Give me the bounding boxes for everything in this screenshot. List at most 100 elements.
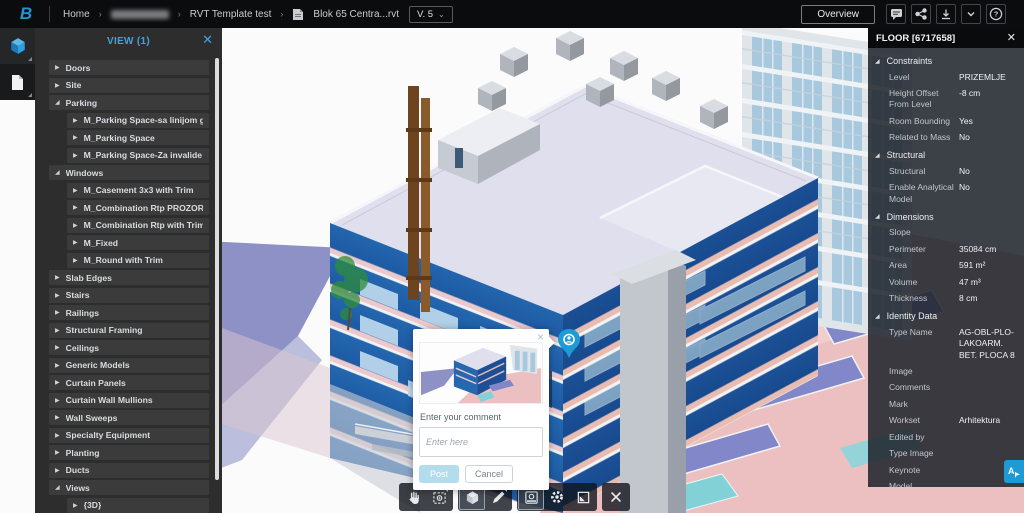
documents-tab[interactable] — [0, 64, 35, 100]
chevron-right-icon: › — [98, 9, 102, 19]
property-label: Model — [889, 481, 913, 487]
tree-item[interactable]: ▶ Stairs — [49, 287, 209, 303]
tree-item-label: Planting — [65, 447, 100, 458]
breadcrumb-item-folder[interactable]: RVT Template test — [190, 9, 272, 20]
left-rail — [0, 28, 35, 100]
overview-button[interactable]: Overview — [801, 4, 875, 24]
tree-item[interactable]: ▶ Ceilings — [49, 340, 209, 355]
tree-item[interactable]: ▶ Structural Framing — [49, 322, 209, 338]
tree-item[interactable]: ◢ Parking — [49, 95, 209, 110]
property-row: Room Bounding Yes — [868, 113, 1024, 129]
caret-icon — [28, 93, 32, 97]
tree-item[interactable]: ▶ M_Parking Space-sa linijom gore — [67, 112, 209, 128]
tree-item[interactable]: ▶ M_Parking Space-Za invalide — [67, 147, 209, 163]
property-value: No — [959, 165, 970, 176]
chevron-down-icon[interactable] — [961, 4, 981, 24]
collapsed-arrow-icon: ▶ — [55, 345, 60, 351]
tree-item-label: Curtain Panels — [65, 377, 126, 388]
tree-item-label: M_Parking Space-Za invalide — [83, 150, 203, 160]
collapsed-arrow-icon: ▶ — [55, 275, 60, 281]
tree-item[interactable]: ▶ Slab Edges — [49, 270, 209, 285]
share-icon[interactable] — [911, 4, 931, 24]
cancel-button[interactable]: Cancel — [465, 465, 514, 483]
cube-3d-icon — [466, 490, 478, 504]
tree-item-label: Specialty Equipment — [65, 430, 151, 440]
fullscreen-button[interactable] — [570, 484, 596, 510]
tree-item[interactable]: ▶ Railings — [49, 305, 209, 320]
property-label: Thickness — [889, 293, 928, 304]
divider — [49, 6, 50, 22]
tree-item[interactable]: ▶ Curtain Wall Mullions — [49, 392, 209, 408]
expanded-arrow-icon: ◢ — [875, 152, 880, 159]
tree-item[interactable]: ◢ Windows — [49, 165, 209, 180]
tree-item-label: M_Casement 3x3 with Trim — [83, 185, 194, 195]
close-icon[interactable]: × — [537, 330, 544, 344]
tree-item[interactable]: ▶ Doors — [49, 60, 209, 75]
document-icon — [12, 74, 23, 90]
tree-item[interactable]: ▶ M_Combination Rtp PROZOR — [67, 200, 209, 215]
download-icon[interactable] — [936, 4, 956, 24]
tree-item[interactable]: ▶ Specialty Equipment — [49, 427, 209, 443]
collapsed-arrow-icon: ▶ — [55, 415, 60, 421]
tree-item-label: M_Fixed — [83, 237, 119, 248]
collapsed-arrow-icon: ▶ — [73, 257, 78, 264]
tree-item[interactable]: ▶ Curtain Panels — [49, 375, 209, 390]
property-section-name: Structural — [886, 150, 926, 161]
properties-title: FLOOR [6717658] — [876, 32, 956, 44]
comment-input[interactable] — [419, 427, 543, 457]
collapsed-arrow-icon: ▶ — [55, 397, 60, 404]
close-icon[interactable]: ✕ — [202, 33, 213, 47]
property-row: Volume 47 m³ — [868, 274, 1024, 290]
tree-item-label: Railings — [65, 307, 100, 318]
tree-item[interactable]: ▶ M_Fixed — [67, 235, 209, 250]
version-selector[interactable]: V. 5 ⌄ — [409, 5, 453, 23]
property-section-header[interactable]: ◢ Dimensions — [868, 208, 1024, 225]
tree-item[interactable]: ▶ Generic Models — [49, 357, 209, 373]
tree-item-label: {3D} — [83, 500, 102, 510]
tree-item[interactable]: ▶ M_Casement 3x3 with Trim — [67, 182, 209, 198]
breadcrumb-item-model[interactable]: Blok 65 Centra...rvt — [313, 9, 399, 20]
property-row: Height Offset From Level -8 cm — [868, 85, 1024, 113]
tree-scrollbar[interactable] — [215, 58, 219, 480]
tree-item[interactable]: ▶ {3D} — [67, 497, 209, 513]
svg-text:A: A — [1008, 466, 1015, 476]
property-value: AG-OBL-PLO-LAKOARM. BET. PLOCA 8 — [959, 326, 1015, 360]
property-row: Image — [868, 364, 1024, 380]
comment-icon[interactable] — [886, 4, 906, 24]
property-label: Type Image — [889, 448, 934, 459]
breadcrumb-item-home[interactable]: Home — [63, 9, 90, 20]
tree-item[interactable]: ▶ Ducts — [49, 462, 209, 478]
close-toolbar-button[interactable] — [603, 484, 629, 510]
tree-item[interactable]: ▶ Planting — [49, 445, 209, 460]
property-section-header[interactable]: ◢ Identity Data — [868, 307, 1024, 324]
post-button[interactable]: Post — [419, 465, 460, 483]
collapsed-arrow-icon: ▶ — [55, 65, 60, 71]
close-icon[interactable]: ✕ — [1007, 32, 1016, 44]
tree-item[interactable]: ◢ Views — [49, 480, 209, 495]
property-row: Level PRIZEMLJE — [868, 69, 1024, 85]
tree-item[interactable]: ▶ Site — [49, 77, 209, 93]
tree-item[interactable]: ▶ M_Round with Trim — [67, 252, 209, 268]
hand-icon — [408, 491, 419, 504]
property-section-header[interactable]: ◢ Constraints — [868, 52, 1024, 69]
help-icon[interactable]: ? — [986, 4, 1006, 24]
tree-item-label: Slab Edges — [65, 272, 112, 283]
collapsed-arrow-icon: ▶ — [73, 240, 78, 246]
collapsed-arrow-icon: ▶ — [55, 450, 60, 456]
caret-icon — [28, 57, 32, 61]
tree-item[interactable]: ▶ M_Parking Space — [67, 130, 209, 145]
property-label: Structural — [889, 165, 926, 176]
models-tab[interactable] — [0, 28, 35, 64]
tree-item-label: Curtain Wall Mullions — [65, 395, 153, 405]
comment-pin[interactable] — [556, 328, 582, 360]
breadcrumb-item-redacted[interactable] — [110, 9, 169, 19]
annotate-button[interactable]: A — [1004, 460, 1024, 483]
expanded-arrow-icon: ◢ — [55, 170, 60, 176]
app-logo[interactable]: B — [16, 4, 36, 24]
property-section-header[interactable]: ◢ Structural — [868, 146, 1024, 163]
property-row: Comments — [868, 380, 1024, 396]
tree-item[interactable]: ▶ M_Combination Rtp with Trim — [67, 217, 209, 233]
chevron-down-icon: ⌄ — [438, 9, 445, 19]
comment-label: Enter your comment — [420, 412, 502, 422]
tree-item[interactable]: ▶ Wall Sweeps — [49, 410, 209, 425]
